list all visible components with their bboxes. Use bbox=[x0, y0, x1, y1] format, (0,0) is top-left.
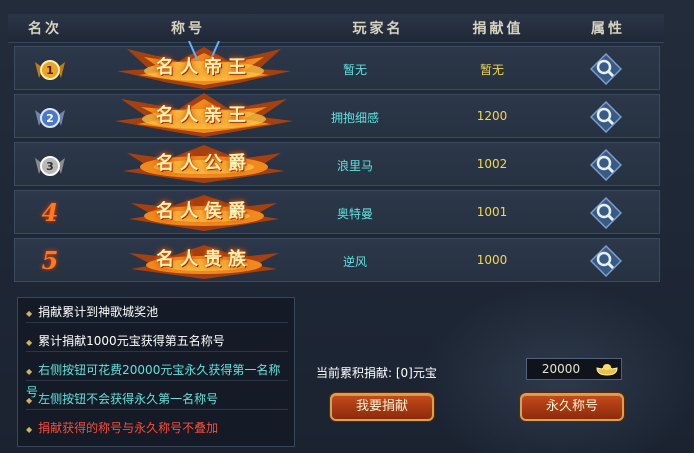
info-text: 左侧按钮不会获得永久第一名称号 bbox=[38, 392, 219, 406]
info-text: 捐献累计到神歌城奖池 bbox=[38, 305, 159, 319]
rank-2-medal-icon: 2 bbox=[35, 108, 65, 128]
diamond-bullet-icon: ◆ bbox=[26, 425, 33, 434]
current-donation-label: 当前累积捐献: [0]元宝 bbox=[316, 366, 437, 380]
attribute-search-button[interactable] bbox=[590, 197, 622, 229]
table-row: 2 名人亲王 拥抱细感 1200 bbox=[14, 93, 660, 138]
table-row: 3 名人公爵 浪里马 1002 bbox=[14, 142, 660, 186]
info-line: ◆ 捐献获得的称号与永久称号不叠加 bbox=[26, 418, 288, 438]
title-name: 名人公爵 bbox=[156, 153, 252, 174]
info-text: 捐献获得的称号与永久称号不叠加 bbox=[38, 421, 219, 435]
header-attribute: 属性 bbox=[591, 21, 625, 37]
attribute-search-button[interactable] bbox=[590, 53, 622, 85]
permanent-title-button[interactable]: 永久称号 bbox=[520, 393, 624, 421]
title-name: 名人贵族 bbox=[156, 249, 252, 270]
player-name: 逆风 bbox=[342, 255, 367, 269]
title-badge-duke: 名人公爵 bbox=[109, 137, 299, 191]
player-name: 暂无 bbox=[342, 63, 367, 77]
contribution-value: 1001 bbox=[476, 205, 508, 219]
svg-text:1: 1 bbox=[46, 64, 54, 77]
permanent-price-box: 20000 bbox=[526, 358, 622, 380]
table-row: 5 名人贵族 逆风 1000 bbox=[14, 238, 660, 282]
title-badge-marquis: 名人侯爵 bbox=[109, 185, 299, 239]
info-line: ◆ 捐献累计到神歌城奖池 bbox=[26, 302, 288, 323]
header-player: 玩家名 bbox=[352, 21, 404, 37]
table-row: 4 名人侯爵 奥特曼 1001 bbox=[14, 190, 660, 234]
info-line: ◆ 累计捐献1000元宝获得第五名称号 bbox=[26, 331, 288, 352]
header-title: 称号 bbox=[171, 21, 205, 37]
attribute-search-button[interactable] bbox=[590, 101, 622, 133]
attribute-search-button[interactable] bbox=[590, 149, 622, 181]
diamond-bullet-icon: ◆ bbox=[26, 367, 33, 376]
title-name: 名人亲王 bbox=[156, 105, 252, 126]
rank-number: 5 bbox=[41, 246, 59, 275]
info-line: ◆ 右侧按钮可花费20000元宝永久获得第一名称号 bbox=[26, 360, 288, 399]
svg-text:3: 3 bbox=[46, 160, 54, 173]
svg-text:2: 2 bbox=[46, 112, 54, 125]
title-badge-prince: 名人亲王 bbox=[109, 89, 299, 143]
rank-3-medal-icon: 3 bbox=[35, 156, 65, 176]
diamond-bullet-icon: ◆ bbox=[26, 309, 33, 318]
info-text: 累计捐献1000元宝获得第五名称号 bbox=[38, 334, 225, 348]
header-contribution: 捐献值 bbox=[472, 21, 524, 37]
table-row: 1 名人帝王 暂无 暂无 bbox=[14, 40, 660, 90]
price-value: 20000 bbox=[541, 362, 581, 376]
player-name: 浪里马 bbox=[336, 159, 373, 173]
table-header: 名次 称号 玩家名 捐献值 属性 bbox=[8, 14, 664, 43]
title-name: 名人侯爵 bbox=[156, 201, 252, 222]
title-badge-noble: 名人贵族 bbox=[109, 233, 299, 287]
donation-panel: 名次 称号 玩家名 捐献值 属性 1 名人帝王 暂无 暂无 2 名人亲王 拥抱细… bbox=[0, 0, 694, 453]
title-name: 名人帝王 bbox=[156, 57, 252, 78]
donate-button[interactable]: 我要捐献 bbox=[330, 393, 434, 421]
rank-number: 4 bbox=[41, 198, 59, 227]
attribute-search-button[interactable] bbox=[590, 245, 622, 277]
contribution-value: 1002 bbox=[476, 157, 508, 171]
header-rank: 名次 bbox=[28, 21, 62, 37]
rules-info-box: ◆ 捐献累计到神歌城奖池 ◆ 累计捐献1000元宝获得第五名称号 ◆ 右侧按钮可花费2… bbox=[17, 297, 295, 447]
diamond-bullet-icon: ◆ bbox=[26, 396, 33, 405]
contribution-value: 暂无 bbox=[479, 63, 504, 77]
gold-ingot-icon bbox=[596, 364, 618, 376]
contribution-value: 1200 bbox=[476, 109, 508, 123]
diamond-bullet-icon: ◆ bbox=[26, 338, 33, 347]
info-line: ◆ 左侧按钮不会获得永久第一名称号 bbox=[26, 389, 288, 410]
player-name: 奥特曼 bbox=[336, 207, 373, 221]
rank-1-medal-icon: 1 bbox=[35, 60, 65, 80]
title-badge-emperor: 名人帝王 bbox=[109, 40, 299, 95]
player-name: 拥抱细感 bbox=[330, 111, 379, 125]
contribution-value: 1000 bbox=[476, 253, 508, 267]
